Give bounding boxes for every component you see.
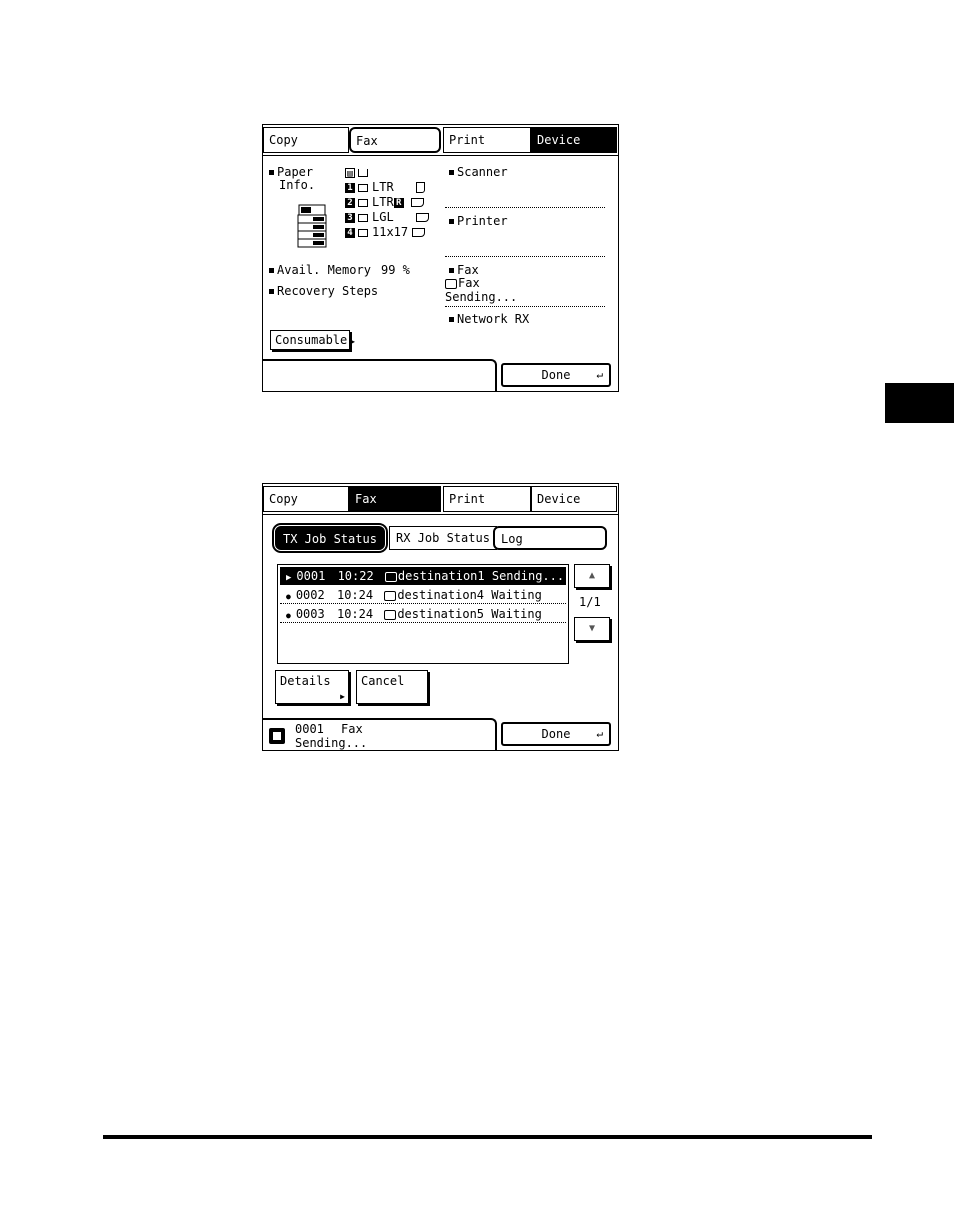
fax-icon: [384, 609, 397, 620]
up-arrow-icon: ▲: [588, 570, 596, 581]
done-button[interactable]: Done: [501, 363, 611, 387]
fax-icon: [384, 571, 397, 582]
footer-rule: [103, 1135, 872, 1139]
top-tab-bar: Copy Fax Print Device: [263, 484, 618, 515]
done-button[interactable]: Done: [501, 722, 611, 746]
divider: [445, 207, 605, 208]
status-job-text: Sending...: [295, 736, 368, 750]
status-job-type: Fax: [341, 722, 363, 736]
printer-status: Printer: [449, 214, 508, 228]
tab-device[interactable]: Device: [531, 127, 617, 153]
network-rx-status: Network RX: [449, 312, 529, 326]
status-job-id: 0001: [295, 722, 324, 736]
table-row[interactable]: ▶ 0001 10:22 destination1 Sending...: [280, 567, 566, 585]
table-row[interactable]: ● 0003 10:24 destination5 Waiting: [280, 605, 566, 623]
printer-icon: [297, 204, 327, 248]
cancel-button[interactable]: Cancel: [356, 670, 428, 704]
consumable-button[interactable]: Consumable ▶: [270, 330, 355, 350]
tab-copy[interactable]: Copy: [263, 486, 349, 512]
fax-icon: [445, 278, 457, 289]
scroll-up-button[interactable]: ▲: [574, 564, 610, 588]
tab-print[interactable]: Print: [443, 127, 531, 153]
scroll-down-button[interactable]: ▼: [574, 617, 610, 641]
fax-status-sending: Sending...: [445, 290, 518, 304]
avail-memory-value: 99 %: [381, 263, 410, 277]
fax-icon: [384, 590, 397, 601]
tab-print[interactable]: Print: [443, 486, 531, 512]
tray-2: 2 LTR R: [345, 195, 424, 209]
page-indicator: 1/1: [579, 595, 601, 609]
tray-1: 1 LTR: [345, 180, 425, 194]
table-row[interactable]: ● 0002 10:24 destination4 Waiting: [280, 586, 566, 604]
log-tab[interactable]: Log: [493, 526, 607, 550]
tab-copy[interactable]: Copy: [263, 127, 349, 153]
tray-4: 4 11x17: [345, 225, 426, 239]
divider: [445, 306, 605, 307]
device-status-screen: Copy Fax Print Device Paper Info. ▤ 1 LTR…: [262, 124, 619, 392]
tx-job-status-tab[interactable]: TX Job Status: [272, 523, 388, 553]
fax-job-status-screen: Copy Fax Print Device TX Job Status RX J…: [262, 483, 619, 751]
paper-info-label-2: Info.: [279, 178, 316, 192]
scanner-status: Scanner: [449, 165, 508, 179]
recovery-steps-label: Recovery Steps: [269, 284, 378, 298]
tab-device[interactable]: Device: [531, 486, 617, 512]
fax-status: Fax: [449, 263, 479, 277]
tab-fax[interactable]: Fax: [349, 127, 441, 153]
bypass-tray: ▤: [345, 165, 372, 179]
divider: [445, 256, 605, 257]
status-bar: 0001 Fax Sending...: [263, 718, 497, 750]
tray-3: 3 LGL: [345, 210, 429, 224]
job-list: ▶ 0001 10:22 destination1 Sending... ● 000…: [277, 564, 569, 664]
down-arrow-icon: ▼: [588, 623, 596, 634]
rx-job-status-tab[interactable]: RX Job Status: [389, 526, 497, 550]
top-tab-bar: Copy Fax Print Device: [263, 125, 618, 156]
tab-fax[interactable]: Fax: [349, 486, 441, 512]
fax-job-icon: [269, 728, 285, 744]
details-button[interactable]: Details ▶: [275, 670, 349, 704]
fax-status-detail: Fax: [445, 276, 480, 290]
avail-memory-label: Avail. Memory: [269, 263, 371, 277]
chapter-tab-marker: [885, 383, 954, 423]
paper-info-label: Paper: [269, 165, 313, 179]
status-bar: [263, 359, 497, 391]
